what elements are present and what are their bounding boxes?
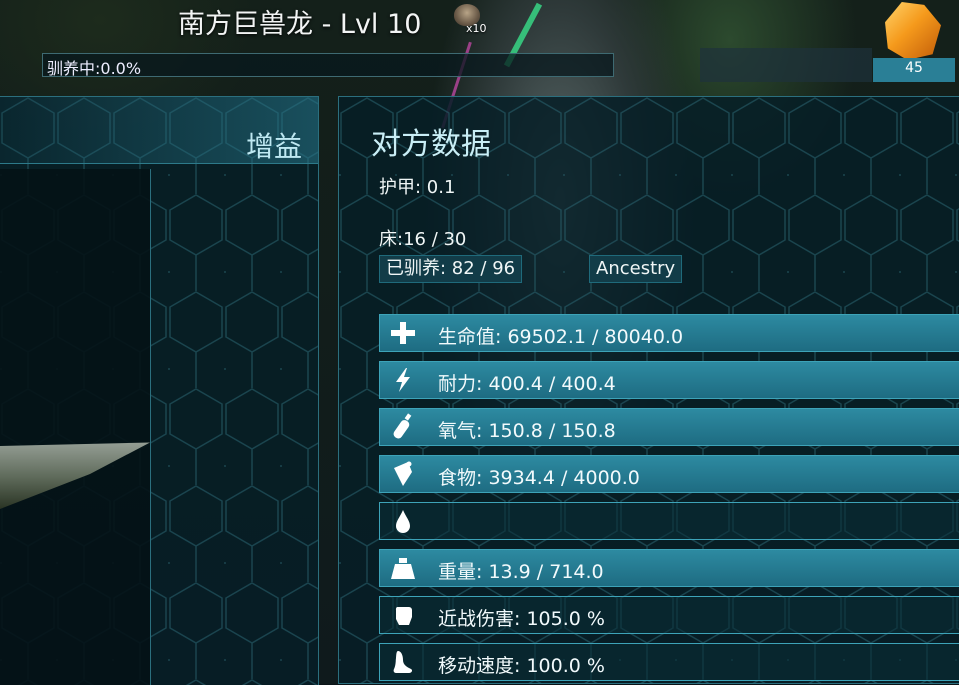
taming-status: 驯养中:0.0% — [47, 59, 142, 78]
food-drumstick-icon — [394, 461, 412, 486]
top-right-strip — [700, 48, 872, 82]
weight-icon — [391, 558, 415, 579]
resource-counter: 45 — [873, 0, 955, 84]
oxygen-tank-icon — [393, 413, 412, 439]
stat-oxygen-text: 氧气: 150.8 / 150.8 — [438, 420, 616, 442]
taming-progress-bar: 驯养中:0.0% — [42, 53, 614, 78]
stat-weight-text: 重量: 13.9 / 714.0 — [438, 561, 604, 583]
movement-foot-icon — [393, 651, 413, 673]
stat-food-text: 食物: 3934.4 / 4000.0 — [438, 467, 640, 489]
stat-stamina-text: 耐力: 400.4 / 400.4 — [438, 373, 616, 395]
buffs-panel: 增益 — [0, 96, 319, 685]
buffs-list[interactable] — [0, 169, 151, 685]
armor-value: 护甲: 0.1 — [379, 177, 456, 198]
health-cross-icon — [391, 322, 415, 344]
creature-title: 南方巨兽龙 - Lvl 10 — [178, 9, 422, 40]
stat-movement: 移动速度: 100.0 % — [379, 643, 959, 681]
stat-melee: 近战伤害: 105.0 % — [379, 596, 959, 634]
target-stats-panel: 对方数据 护甲: 0.1 床:16 / 30 已驯养: 82 / 96 Ance… — [338, 96, 959, 684]
bed-count: 床:16 / 30 — [379, 229, 467, 250]
tamed-count: 已驯养: 82 / 96 — [379, 255, 523, 283]
stat-food: 食物: 3934.4 / 4000.0 — [379, 455, 959, 493]
stat-melee-text: 近战伤害: 105.0 % — [438, 608, 605, 630]
stat-weight: 重量: 13.9 / 714.0 — [379, 549, 959, 587]
water-drop-icon — [396, 510, 410, 533]
buffs-title: 增益 — [245, 130, 302, 163]
stat-water — [379, 502, 959, 540]
amber-gem-icon — [885, 2, 941, 60]
creature-preview-image — [0, 442, 150, 509]
ancestry-button[interactable]: Ancestry — [589, 255, 683, 283]
stat-health: 生命值: 69502.1 / 80040.0 — [379, 314, 959, 352]
resource-count: 45 — [905, 60, 923, 76]
melee-fist-icon — [395, 607, 412, 625]
buffs-header: 增益 — [0, 97, 318, 164]
stat-health-text: 生命值: 69502.1 / 80040.0 — [438, 326, 684, 348]
panel-title: 对方数据 — [371, 127, 491, 162]
stat-oxygen: 氧气: 150.8 / 150.8 — [379, 408, 959, 446]
stamina-bolt-icon — [396, 368, 410, 392]
item-count: x10 — [466, 22, 487, 35]
stat-movement-text: 移动速度: 100.0 % — [438, 655, 605, 677]
stat-stamina: 耐力: 400.4 / 400.4 — [379, 361, 959, 399]
